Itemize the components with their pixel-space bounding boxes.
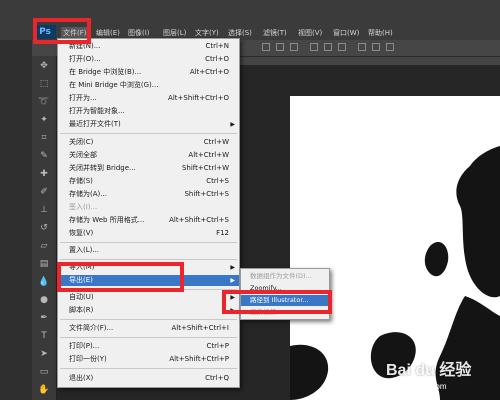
menu-layer[interactable]: 图层(L) — [163, 28, 186, 38]
menu-separator — [60, 319, 237, 320]
menu-item-save-as[interactable]: 存储为(A)... Shift+Ctrl+S — [58, 189, 239, 200]
menu-item-file-info[interactable]: 文件简介(F)... Alt+Shift+Ctrl+I — [58, 323, 239, 334]
file-menu-dropdown: 新建(N)... Ctrl+N 打开(O)... Ctrl+O 在 Bridge 中… — [57, 38, 240, 388]
healing-tool-icon[interactable]: ✚ — [38, 168, 50, 180]
submenu-arrow-icon: ▶ — [230, 277, 235, 284]
artwork-image — [290, 146, 500, 400]
menu-filter[interactable]: 滤镜(T) — [263, 28, 287, 38]
lasso-tool-icon[interactable]: ➰ — [38, 96, 50, 108]
annotation-box-export — [57, 262, 184, 292]
history-brush-icon[interactable]: ↺ — [38, 222, 50, 234]
watermark: Bai du 经验 jingyan.baidu.com — [378, 356, 498, 396]
distribute-icon[interactable] — [358, 43, 366, 51]
align-center-icon[interactable] — [324, 43, 332, 51]
menu-item-exit[interactable]: 退出(X) Ctrl+Q — [58, 373, 239, 384]
blur-tool-icon[interactable]: 💧 — [38, 276, 50, 288]
left-gutter — [0, 40, 32, 400]
watermark-url: jingyan.baidu.com — [382, 382, 447, 391]
document-canvas[interactable] — [290, 96, 500, 400]
distribute-icon[interactable] — [386, 43, 394, 51]
menu-item-close-go-bridge[interactable]: 关闭并转到 Bridge... Shift+Ctrl+W — [58, 163, 239, 174]
eraser-tool-icon[interactable]: ▱ — [38, 240, 50, 252]
gradient-tool-icon[interactable]: ▤ — [38, 258, 50, 270]
menu-item-revert[interactable]: 恢复(V) F12 — [58, 228, 239, 239]
menu-view[interactable]: 视图(V) — [298, 28, 322, 38]
align-top-icon[interactable] — [262, 43, 270, 51]
menu-separator — [60, 368, 237, 369]
menu-item-save[interactable]: 存储(S) Ctrl+S — [58, 176, 239, 187]
menu-separator — [60, 133, 237, 134]
menu-image[interactable]: 图像(I) — [128, 28, 150, 38]
align-right-icon[interactable] — [338, 43, 346, 51]
menu-type[interactable]: 文字(Y) — [195, 28, 219, 38]
menu-item-close[interactable]: 关闭(C) Ctrl+W — [58, 137, 239, 148]
menu-item-print-one-copy[interactable]: 打印一份(Y) Alt+Shift+Ctrl+P — [58, 354, 239, 365]
menu-item-save-for-web[interactable]: 存储为 Web 所用格式... Alt+Shift+Ctrl+S — [58, 215, 239, 226]
distribute-icon[interactable] — [372, 43, 380, 51]
ruler — [240, 57, 500, 65]
menu-item-browse-bridge[interactable]: 在 Bridge 中浏览(B)... Alt+Ctrl+O — [58, 67, 239, 78]
submenu-arrow-icon: ▶ — [230, 121, 235, 128]
annotation-box-file-menu — [33, 18, 91, 44]
align-bottom-icon[interactable] — [290, 43, 298, 51]
type-tool-icon[interactable]: T — [38, 330, 50, 342]
menu-item-open[interactable]: 打开(O)... Ctrl+O — [58, 54, 239, 65]
shape-tool-icon[interactable]: ▭ — [38, 366, 50, 378]
watermark-logo-text: Bai du 经验 — [386, 362, 472, 379]
path-select-tool-icon[interactable]: ➤ — [38, 348, 50, 360]
hand-tool-icon[interactable]: ✋ — [38, 384, 50, 396]
menu-separator — [60, 337, 237, 338]
menu-item-check-in: 签入(I)... — [69, 203, 98, 211]
eyedropper-tool-icon[interactable]: ✎ — [38, 150, 50, 162]
stamp-tool-icon[interactable]: ⊥ — [38, 204, 50, 216]
submenu-arrow-icon: ▶ — [230, 264, 235, 271]
marquee-tool-icon[interactable]: ⬚ — [38, 78, 50, 90]
align-middle-icon[interactable] — [276, 43, 284, 51]
menu-window[interactable]: 窗口(W) — [333, 28, 359, 38]
crop-tool-icon[interactable]: ⌗ — [38, 132, 50, 144]
menu-item-automate[interactable]: 自动(U) ▶ — [58, 292, 239, 303]
menu-item-browse-mini-bridge[interactable]: 在 Mini Bridge 中浏览(G)... — [58, 80, 239, 91]
menu-item-place[interactable]: 置入(L)... — [58, 245, 239, 256]
menu-separator — [60, 259, 237, 260]
tools-panel: ✥ ⬚ ➰ ✦ ⌗ ✎ ✚ ✐ ⊥ ↺ ▱ ▤ 💧 ● ✒ T ➤ ▭ ✋ — [32, 56, 57, 400]
menu-help[interactable]: 帮助(H) — [368, 28, 393, 38]
pen-tool-icon[interactable]: ✒ — [38, 312, 50, 324]
menu-separator — [60, 242, 237, 243]
menu-item-close-all[interactable]: 关闭全部 Alt+Ctrl+W — [58, 150, 239, 161]
menu-item-scripts[interactable]: 脚本(R) ▶ — [58, 305, 239, 316]
menu-item-print[interactable]: 打印(P)... Ctrl+P — [58, 341, 239, 352]
dodge-tool-icon[interactable]: ● — [38, 294, 50, 306]
align-left-icon[interactable] — [310, 43, 318, 51]
magic-wand-tool-icon[interactable]: ✦ — [38, 114, 50, 126]
menu-select[interactable]: 选择(S) — [228, 28, 252, 38]
menu-item-recent-files[interactable]: 最近打开文件(T) ▶ — [58, 119, 239, 130]
move-tool-icon[interactable]: ✥ — [38, 60, 50, 72]
annotation-box-paths-to-illustrator — [222, 290, 332, 314]
menu-item-open-smart-object[interactable]: 打开为智能对象... — [58, 106, 239, 117]
menu-edit[interactable]: 编辑(E) — [96, 28, 120, 38]
submenu-item-data-sets: 数据组作为文件(D)... — [250, 272, 312, 280]
menu-item-open-as[interactable]: 打开为... Alt+Shift+Ctrl+O — [58, 93, 239, 104]
brush-tool-icon[interactable]: ✐ — [38, 186, 50, 198]
